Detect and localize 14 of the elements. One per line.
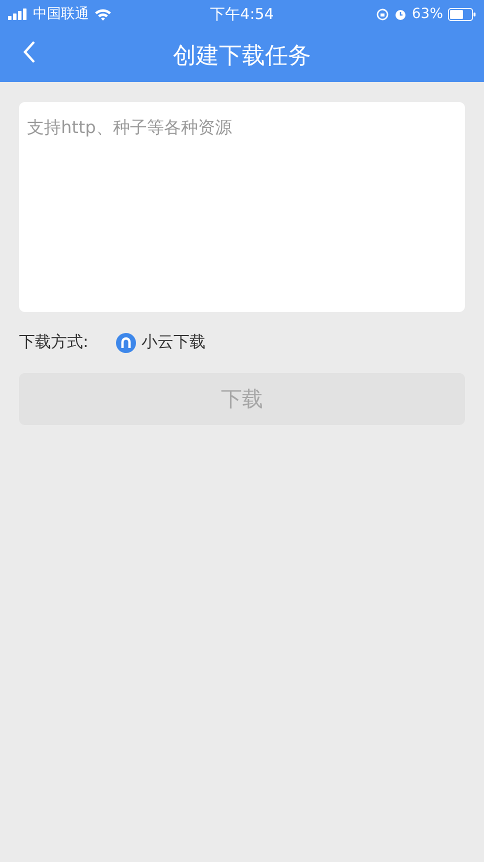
download-method-option[interactable]: 小云下载 bbox=[116, 332, 206, 353]
clock-time: 下午4:54 bbox=[210, 4, 274, 24]
signal-icon bbox=[8, 8, 28, 20]
cloud-app-logo-icon bbox=[116, 332, 136, 352]
battery-icon bbox=[448, 8, 476, 20]
wifi-icon bbox=[94, 8, 112, 20]
page-title: 创建下载任务 bbox=[173, 42, 311, 70]
carrier-name: 中国联通 bbox=[33, 5, 89, 23]
alarm-icon bbox=[394, 8, 407, 20]
back-chevron-icon[interactable] bbox=[22, 40, 36, 64]
rotation-lock-icon bbox=[376, 8, 389, 20]
battery-percent: 63% bbox=[412, 6, 443, 22]
download-method-label: 下载方式: bbox=[19, 332, 88, 353]
source-input-field[interactable]: 支持http、种子等各种资源 bbox=[19, 102, 465, 312]
